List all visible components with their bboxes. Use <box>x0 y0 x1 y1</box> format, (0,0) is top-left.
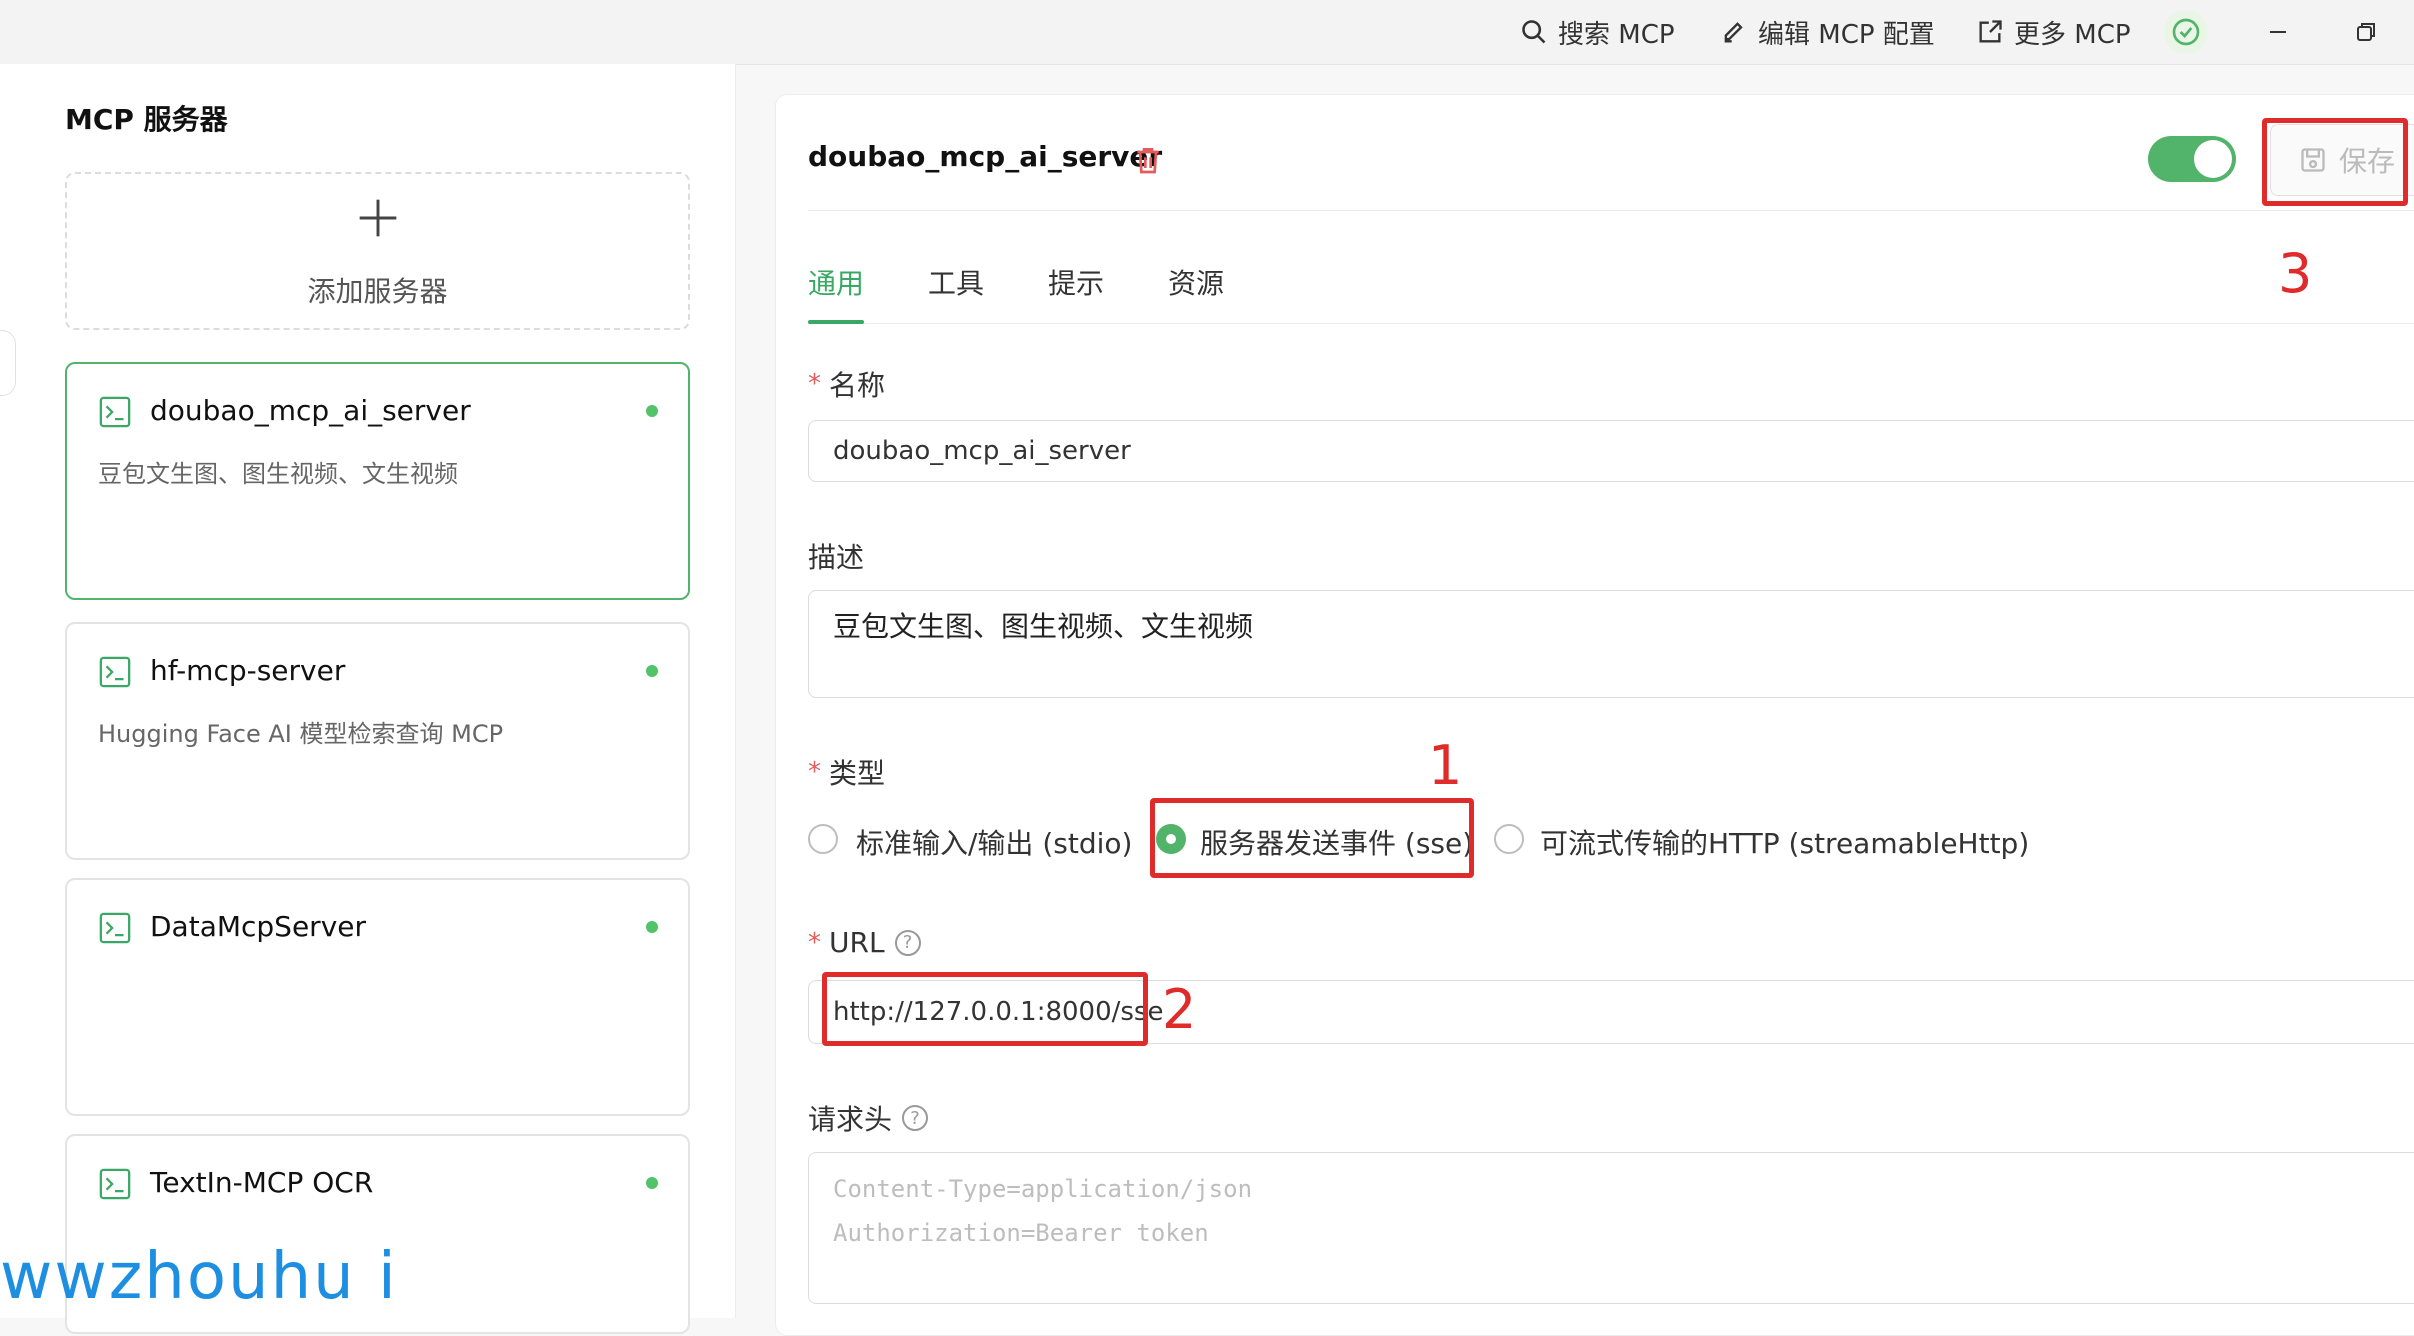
headers-textarea[interactable]: Content-Type=application/json Authorizat… <box>808 1152 2414 1304</box>
type-label: * 类型 <box>808 757 886 790</box>
tab-resources[interactable]: 资源 <box>1168 262 1224 302</box>
tab-prompts[interactable]: 提示 <box>1048 262 1104 302</box>
search-mcp-label: 搜索 MCP <box>1558 19 1675 50</box>
required-mark: * <box>808 927 821 958</box>
more-mcp-button[interactable]: 更多 MCP <box>1976 10 2131 54</box>
annotation-number-1: 1 <box>1428 734 1463 797</box>
annotation-number-2: 2 <box>1162 978 1197 1041</box>
annotation-number-3: 3 <box>2278 242 2313 305</box>
terminal-icon <box>99 396 131 428</box>
toggle-knob <box>2194 140 2232 178</box>
more-mcp-label: 更多 MCP <box>2014 19 2131 50</box>
tab-general[interactable]: 通用 <box>808 262 864 302</box>
server-name: doubao_mcp_ai_server <box>150 394 471 427</box>
active-tab-indicator <box>808 320 864 324</box>
annotation-box-3 <box>2262 118 2408 206</box>
divider <box>808 323 2414 324</box>
terminal-icon <box>99 656 131 688</box>
delete-icon[interactable] <box>1132 144 1164 176</box>
headers-placeholder-line: Authorization=Bearer token <box>833 1219 1209 1247</box>
minimize-icon <box>2270 31 2286 33</box>
status-dot <box>646 1177 658 1189</box>
server-name: TextIn-MCP OCR <box>150 1166 374 1199</box>
minimize-button[interactable] <box>2256 10 2300 54</box>
server-title: doubao_mcp_ai_server <box>808 140 1163 173</box>
tab-tools[interactable]: 工具 <box>928 262 984 302</box>
maximize-button[interactable] <box>2344 10 2388 54</box>
edit-mcp-config-button[interactable]: 编辑 MCP 配置 <box>1720 10 1935 54</box>
required-mark: * <box>808 369 821 399</box>
annotation-box-2 <box>822 972 1148 1046</box>
headers-placeholder-line: Content-Type=application/json <box>833 1175 1253 1203</box>
name-input[interactable]: doubao_mcp_ai_server <box>808 420 2414 482</box>
type-radio-streamable-http[interactable] <box>1494 824 1524 854</box>
edit-icon <box>1724 22 1743 43</box>
type-option-label: 标准输入/输出 (stdio) <box>856 827 1133 860</box>
external-link-icon <box>1979 20 2002 43</box>
restore-icon <box>2357 23 2375 41</box>
watermark-text: wwzhouhu i <box>0 1240 398 1314</box>
status-dot <box>646 665 658 677</box>
type-radio-stdio[interactable] <box>808 824 838 854</box>
server-name: hf-mcp-server <box>150 654 346 687</box>
terminal-icon <box>99 1168 131 1200</box>
server-detail-panel <box>775 94 2414 1336</box>
required-mark: * <box>808 757 821 787</box>
description-textarea[interactable]: 豆包文生图、图生视频、文生视频 <box>808 590 2414 698</box>
server-name: DataMcpServer <box>150 910 367 943</box>
plus-icon <box>330 186 426 250</box>
url-label: * URL ? <box>808 926 921 959</box>
help-icon[interactable]: ? <box>902 1105 929 1131</box>
description-label: 描述 <box>808 541 865 574</box>
status-ok-indicator[interactable] <box>2164 10 2208 54</box>
status-dot <box>646 921 658 933</box>
help-icon[interactable]: ? <box>894 929 921 956</box>
type-option-label: 可流式传输的HTTP (streamableHttp) <box>1540 827 2030 860</box>
edit-mcp-config-label: 编辑 MCP 配置 <box>1758 19 1935 50</box>
server-desc: Hugging Face AI 模型检索查询 MCP <box>98 720 504 748</box>
check-circle-icon <box>2172 18 2200 46</box>
panel-title: MCP 服务器 <box>65 103 228 136</box>
divider <box>808 210 2414 211</box>
name-label: * 名称 <box>808 369 886 402</box>
headers-label: 请求头 ? <box>808 1098 929 1138</box>
terminal-icon <box>99 912 131 944</box>
collapse-handle[interactable] <box>0 330 16 396</box>
server-desc: 豆包文生图、图生视频、文生视频 <box>98 460 458 488</box>
search-mcp-button[interactable]: 搜索 MCP <box>1520 10 1675 54</box>
search-icon <box>1522 20 1546 44</box>
annotation-box-1 <box>1150 798 1474 878</box>
add-server-label: 添加服务器 <box>307 275 448 308</box>
status-dot <box>646 405 658 417</box>
